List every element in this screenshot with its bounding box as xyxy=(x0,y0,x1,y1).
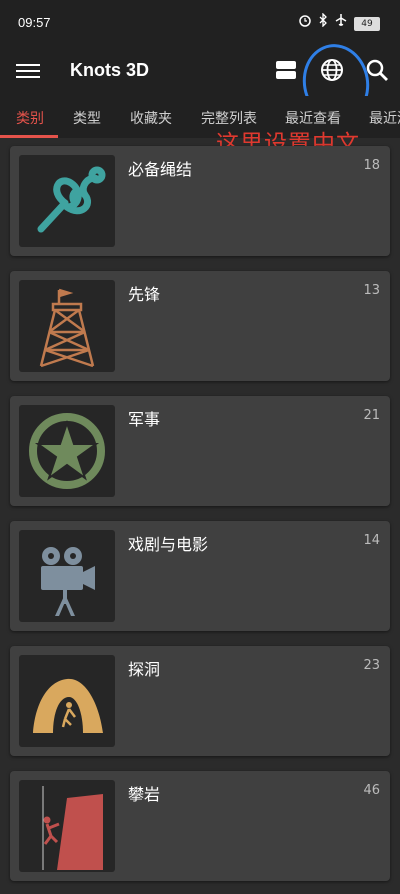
category-card-theatre-film[interactable]: 戏剧与电影 14 xyxy=(10,521,390,631)
card-count: 14 xyxy=(363,533,380,548)
climber-icon xyxy=(42,786,103,870)
tab-types[interactable]: 类型 xyxy=(73,108,101,128)
thumbnail xyxy=(19,280,115,372)
card-title: 必备绳结 xyxy=(128,160,193,179)
tab-categories[interactable]: 类别 xyxy=(16,108,44,128)
category-card-pioneering[interactable]: 先锋 13 xyxy=(10,271,390,381)
knot-icon xyxy=(37,166,106,233)
card-count: 21 xyxy=(363,408,380,423)
bluetooth-icon xyxy=(319,13,327,27)
alarm-icon xyxy=(299,15,311,27)
thumbnail xyxy=(19,655,115,747)
card-title: 先锋 xyxy=(128,285,161,304)
card-count: 13 xyxy=(363,283,380,298)
airplane-icon xyxy=(335,14,347,26)
card-count: 23 xyxy=(363,658,380,673)
active-tab-indicator xyxy=(0,135,58,138)
thumbnail xyxy=(19,155,115,247)
tab-favorites[interactable]: 收藏夹 xyxy=(130,108,172,128)
card-title: 戏剧与电影 xyxy=(128,535,209,554)
category-card-military[interactable]: 军事 21 xyxy=(10,396,390,506)
thumbnail xyxy=(19,405,115,497)
card-title: 攀岩 xyxy=(128,785,161,804)
status-bar: 09:57 49 xyxy=(0,0,400,46)
card-title: 探洞 xyxy=(128,660,161,679)
card-count: 46 xyxy=(363,783,380,798)
view-toggle-icon[interactable] xyxy=(272,56,300,84)
movie-camera-icon xyxy=(41,547,95,616)
cave-icon xyxy=(33,678,103,733)
status-icons xyxy=(298,13,348,27)
thumbnail xyxy=(19,780,115,872)
app-title: Knots 3D xyxy=(70,60,150,80)
thumbnail xyxy=(19,530,115,622)
menu-button[interactable] xyxy=(16,60,40,82)
watchtower-icon xyxy=(39,288,95,368)
battery-icon: 49 xyxy=(354,17,380,31)
military-star-icon xyxy=(29,413,105,489)
category-card-climbing[interactable]: 攀岩 46 xyxy=(10,771,390,881)
status-time: 09:57 xyxy=(18,15,51,30)
category-card-caving[interactable]: 探洞 23 xyxy=(10,646,390,756)
card-title: 军事 xyxy=(128,410,161,429)
tab-recently-added[interactable]: 最近添 xyxy=(369,108,400,128)
card-count: 18 xyxy=(363,158,380,173)
category-card-essential-knots[interactable]: 必备绳结 18 xyxy=(10,146,390,256)
